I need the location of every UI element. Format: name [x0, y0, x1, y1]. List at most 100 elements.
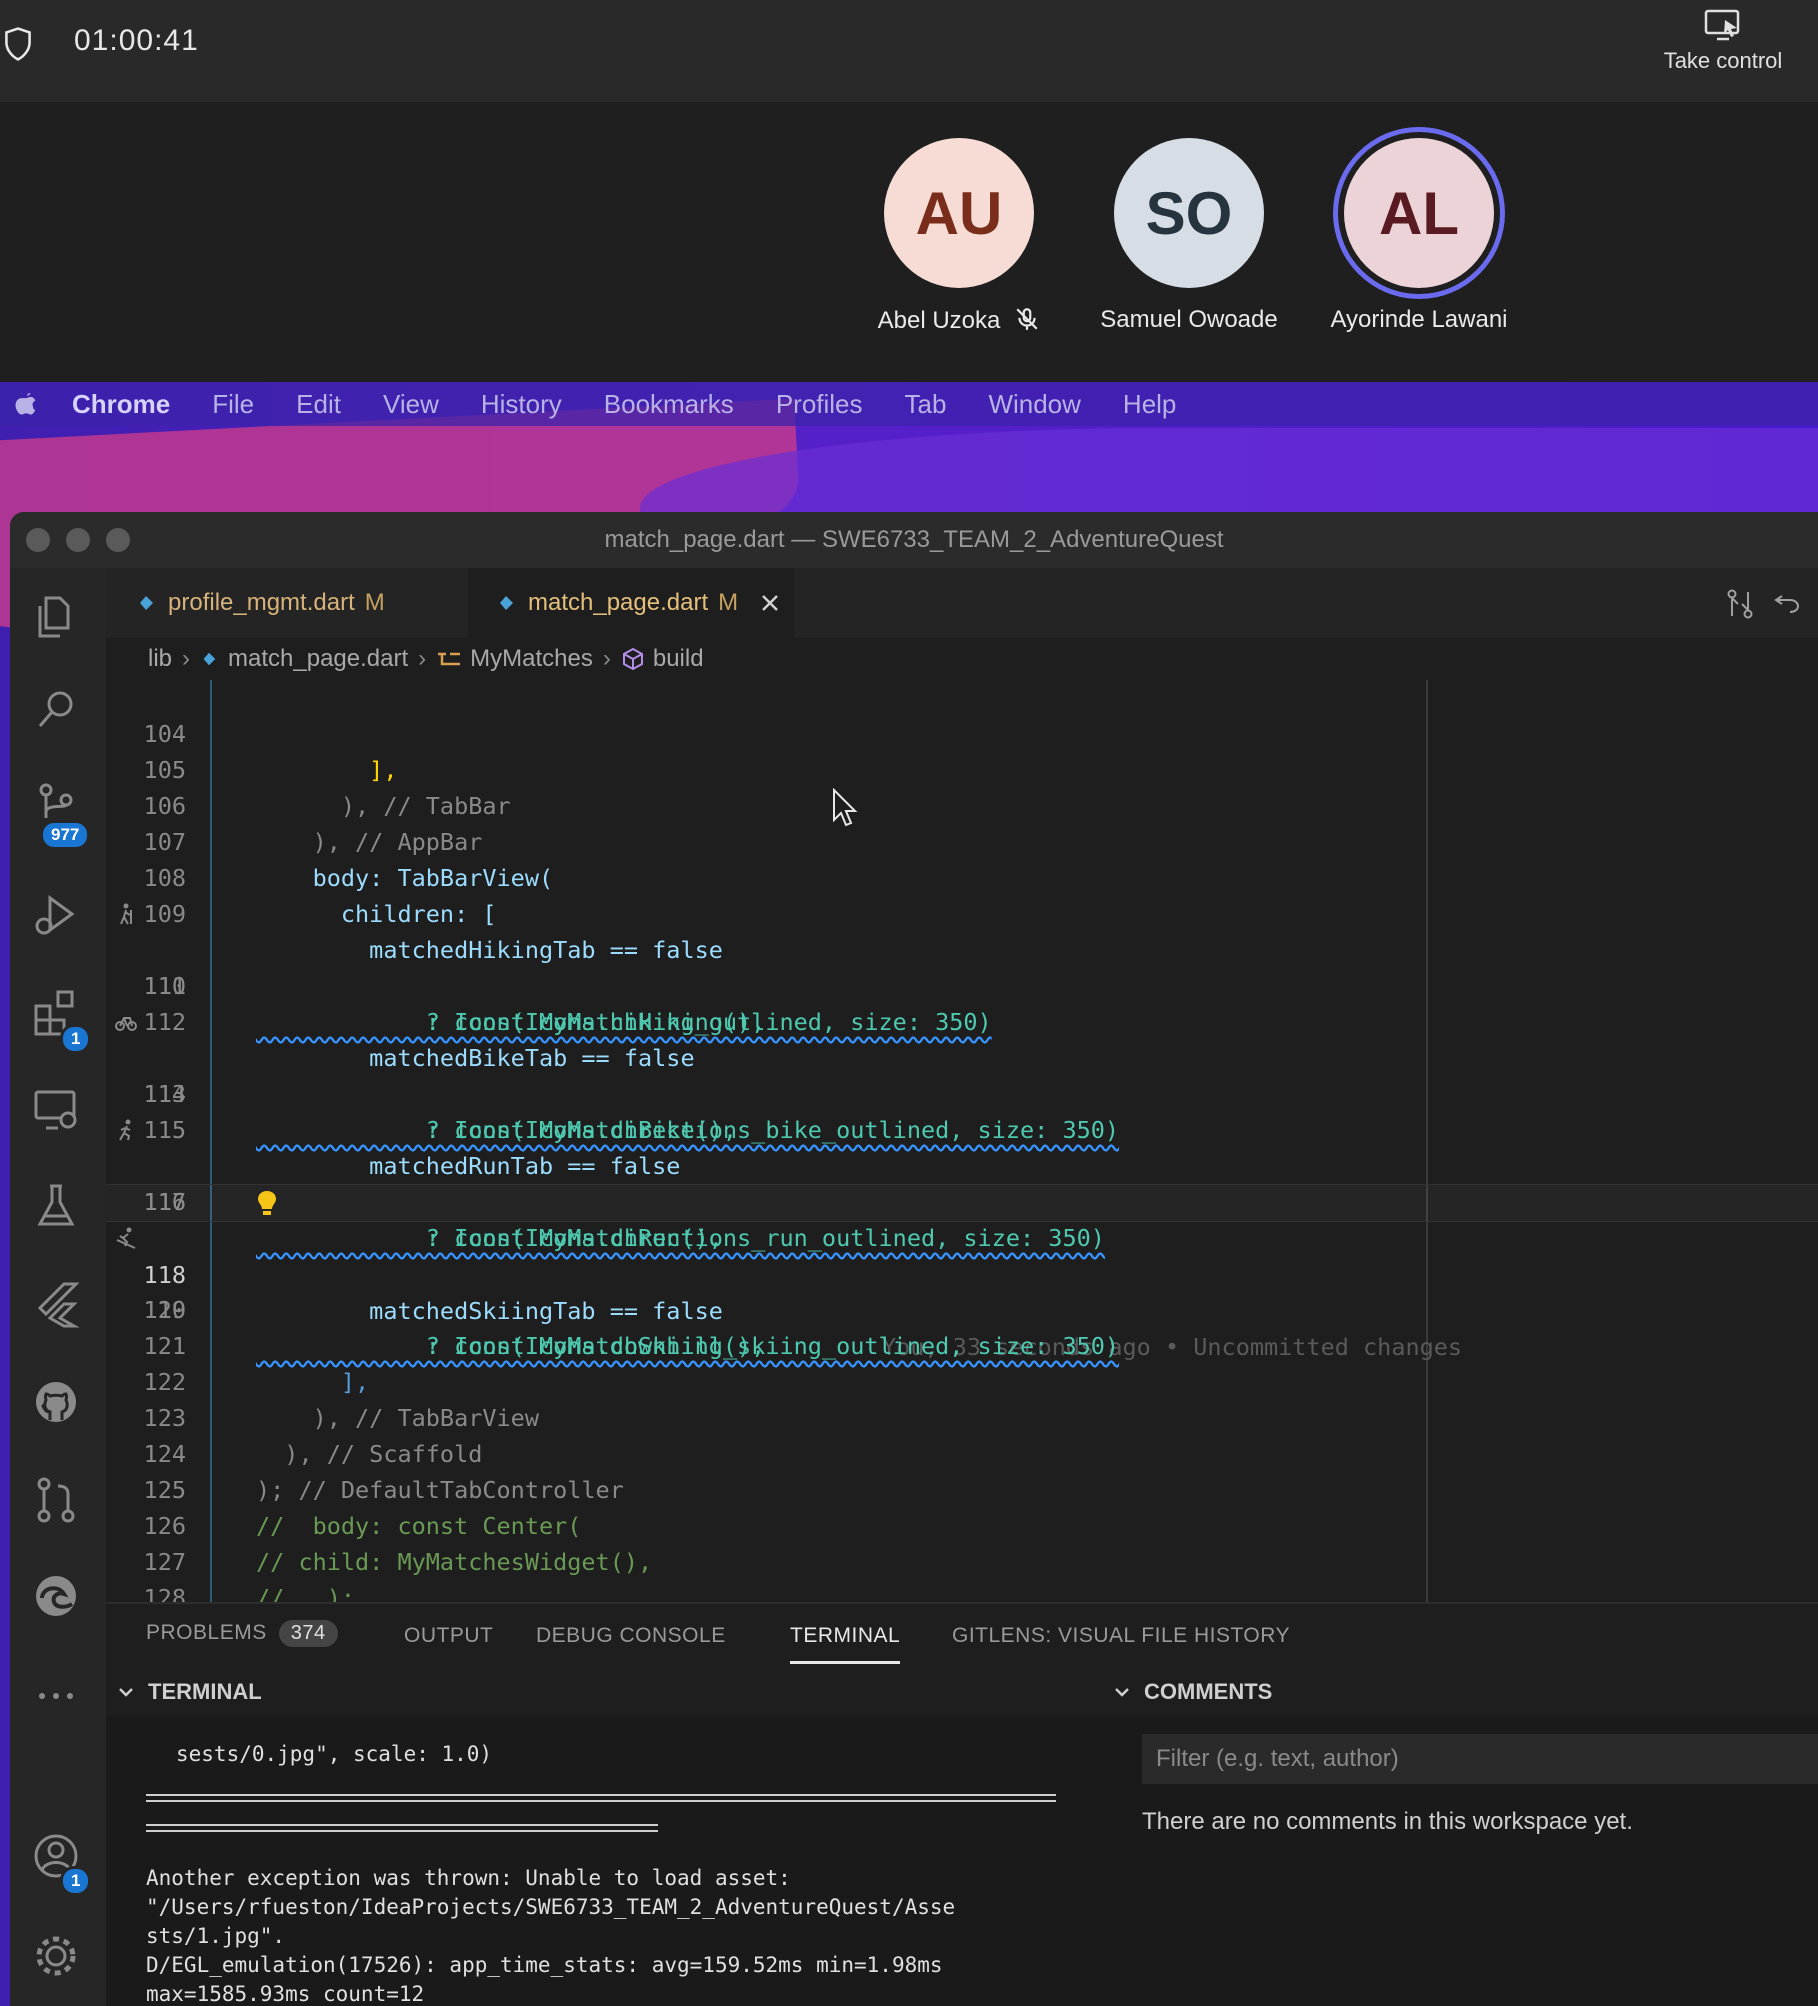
breadcrumb-lib[interactable]: lib	[148, 645, 172, 673]
menu-chrome[interactable]: Chrome	[72, 389, 170, 420]
dart-file-icon	[500, 596, 513, 610]
breadcrumb-file[interactable]: match_page.dart	[228, 645, 408, 673]
mic-off-icon	[1016, 308, 1038, 330]
meeting-timer: 01:00:41	[74, 24, 199, 57]
terminal-panel[interactable]: TERMINAL sests/0.jpg", scale: 1.0) Anoth…	[106, 1668, 1104, 2006]
terminal-line: sests/0.jpg", scale: 1.0)	[176, 1742, 493, 1766]
menu-edit[interactable]: Edit	[296, 389, 341, 420]
take-control-button[interactable]: Take control	[1638, 8, 1808, 88]
code-line: 121 ],	[106, 1292, 1818, 1396]
code-line: 104 ],	[106, 680, 1818, 784]
edge-devtools-icon[interactable]	[28, 1568, 84, 1624]
editor-tabs: profile_mgmt.dart M match_page.dart M	[106, 568, 1818, 638]
menu-bookmarks[interactable]: Bookmarks	[604, 389, 734, 420]
code-text: // );	[256, 1584, 356, 1602]
settings-gear-icon[interactable]	[28, 1928, 84, 1984]
code-line: 112 matchedBikeTab == false	[106, 968, 1818, 1072]
tab-debug-console[interactable]: DEBUG CONSOLE	[536, 1624, 726, 1648]
comments-section-header[interactable]: COMMENTS	[1102, 1668, 1818, 1716]
apple-icon[interactable]	[12, 390, 40, 418]
github-icon[interactable]	[28, 1374, 84, 1430]
source-control-badge: 977	[40, 820, 91, 850]
lightbulb-icon[interactable]	[256, 1189, 278, 1217]
avatar: AL	[1344, 138, 1494, 288]
code-line: 107 body: TabBarView(	[106, 788, 1818, 892]
code-line: 115 matchedRunTab == false	[106, 1076, 1818, 1180]
code-line: 128 }	[143, 1584, 186, 1602]
code-line: 125 // body: const Center(	[106, 1436, 1818, 1540]
terminal-line: D/EGL_emulation(17526): app_time_stats: …	[146, 1953, 943, 1977]
comments-panel: COMMENTS Filter (e.g. text, author) Ther…	[1102, 1668, 1818, 2006]
menu-file[interactable]: File	[212, 389, 254, 420]
comments-empty-message: There are no comments in this workspace …	[1142, 1808, 1633, 1835]
explorer-icon[interactable]	[28, 588, 84, 644]
menu-help[interactable]: Help	[1123, 389, 1176, 420]
code-line: 114 : const MyMatchBike(),	[106, 1040, 1818, 1144]
comments-filter-input[interactable]: Filter (e.g. text, author)	[1142, 1734, 1818, 1784]
accounts-badge: 1	[60, 1866, 92, 1896]
code-editor[interactable]: 104 ], 105 ), // TabBar 106 ), // AppBar…	[106, 680, 1818, 1602]
code-line: 123 ), // Scaffold	[106, 1364, 1818, 1468]
run-debug-icon[interactable]	[28, 888, 84, 944]
code-line: 119 ? Icon(Icons.downhill_skiing_outline…	[106, 1220, 1818, 1360]
run-icon	[119, 1119, 131, 1141]
menu-history[interactable]: History	[481, 389, 562, 420]
shared-screen: Chrome File Edit View History Bookmarks …	[0, 382, 1818, 2006]
dart-file-icon	[140, 596, 153, 610]
window-title: match_page.dart — SWE6733_TEAM_2_Adventu…	[604, 526, 1224, 553]
modified-indicator: M	[718, 589, 739, 616]
breadcrumb-class[interactable]: MyMatches	[470, 645, 593, 673]
code-line: 108 children: [	[106, 824, 1818, 928]
menu-view[interactable]: View	[383, 389, 439, 420]
revert-icon[interactable]	[1772, 588, 1804, 620]
screen-share-icon	[1704, 9, 1740, 41]
compare-changes-icon[interactable]	[1724, 588, 1756, 620]
code-line: 127 // );	[106, 1508, 1818, 1602]
code-line: 116 ? Icon(Icons.directions_run_outlined…	[106, 1112, 1818, 1252]
testing-flask-icon[interactable]	[28, 1178, 84, 1234]
hiking-icon	[120, 903, 132, 925]
code-line: 120 : const MyMatchSkiing(),	[106, 1256, 1818, 1360]
extensions-badge: 1	[60, 1024, 92, 1054]
tab-terminal[interactable]: TERMINAL	[790, 1624, 901, 1664]
code-line: 109 matchedHikingTab == false	[106, 860, 1818, 964]
participant-tile[interactable]: AU Abel Uzoka	[844, 138, 1074, 335]
breadcrumb-method[interactable]: build	[653, 645, 704, 673]
tab-label: match_page.dart	[528, 589, 709, 616]
menu-profiles[interactable]: Profiles	[776, 389, 863, 420]
remote-explorer-icon[interactable]	[28, 1082, 84, 1138]
flutter-icon[interactable]	[28, 1276, 84, 1332]
menu-window[interactable]: Window	[988, 389, 1080, 420]
code-line: 111 : const MyMatchHiking(),	[106, 932, 1818, 1036]
code-line: 113 ? Icon(Icons.directions_bike_outline…	[106, 1004, 1818, 1144]
dart-file-icon	[203, 652, 216, 666]
tab-gitlens-file-history[interactable]: GITLENS: VISUAL FILE HISTORY	[952, 1624, 1290, 1648]
participant-tile[interactable]: AL Ayorinde Lawani	[1304, 138, 1534, 334]
breadcrumb: lib › match_page.dart › MyMatches › buil…	[106, 638, 1818, 680]
chevron-down-icon	[119, 1688, 133, 1697]
terminal-header-label: TERMINAL	[148, 1679, 262, 1704]
terminal-line: sts/1.jpg".	[146, 1924, 286, 1948]
bike-icon	[115, 1017, 137, 1031]
code-line: 122 ), // TabBarView	[106, 1328, 1818, 1432]
tab-label: profile_mgmt.dart	[168, 589, 355, 616]
participant-name: Abel Uzoka	[877, 307, 1001, 334]
tab-output[interactable]: OUTPUT	[404, 1624, 493, 1648]
search-icon[interactable]	[28, 682, 84, 738]
vscode-window: match_page.dart — SWE6733_TEAM_2_Adventu…	[10, 512, 1818, 2006]
avatar: SO	[1114, 138, 1264, 288]
mac-menu-bar: Chrome File Edit View History Bookmarks …	[0, 382, 1818, 426]
code-line: 106 ), // AppBar	[106, 752, 1818, 856]
more-icon[interactable]	[28, 1668, 84, 1724]
menu-tab[interactable]: Tab	[905, 389, 947, 420]
participant-tile[interactable]: SO Samuel Owoade	[1074, 138, 1304, 334]
tab-problems[interactable]: PROBLEMS 374	[146, 1620, 338, 1647]
terminal-line: max=1585.93ms count=12	[146, 1982, 425, 2006]
tab-profile-mgmt[interactable]: profile_mgmt.dart M	[106, 568, 458, 638]
comments-header-label: COMMENTS	[1144, 1679, 1273, 1704]
pull-requests-icon[interactable]	[28, 1472, 84, 1528]
mouse-cursor-icon	[833, 788, 858, 827]
terminal-section-header[interactable]: TERMINAL	[106, 1668, 1102, 1716]
tab-match-page[interactable]: match_page.dart M	[468, 568, 794, 638]
close-icon[interactable]	[760, 593, 780, 613]
